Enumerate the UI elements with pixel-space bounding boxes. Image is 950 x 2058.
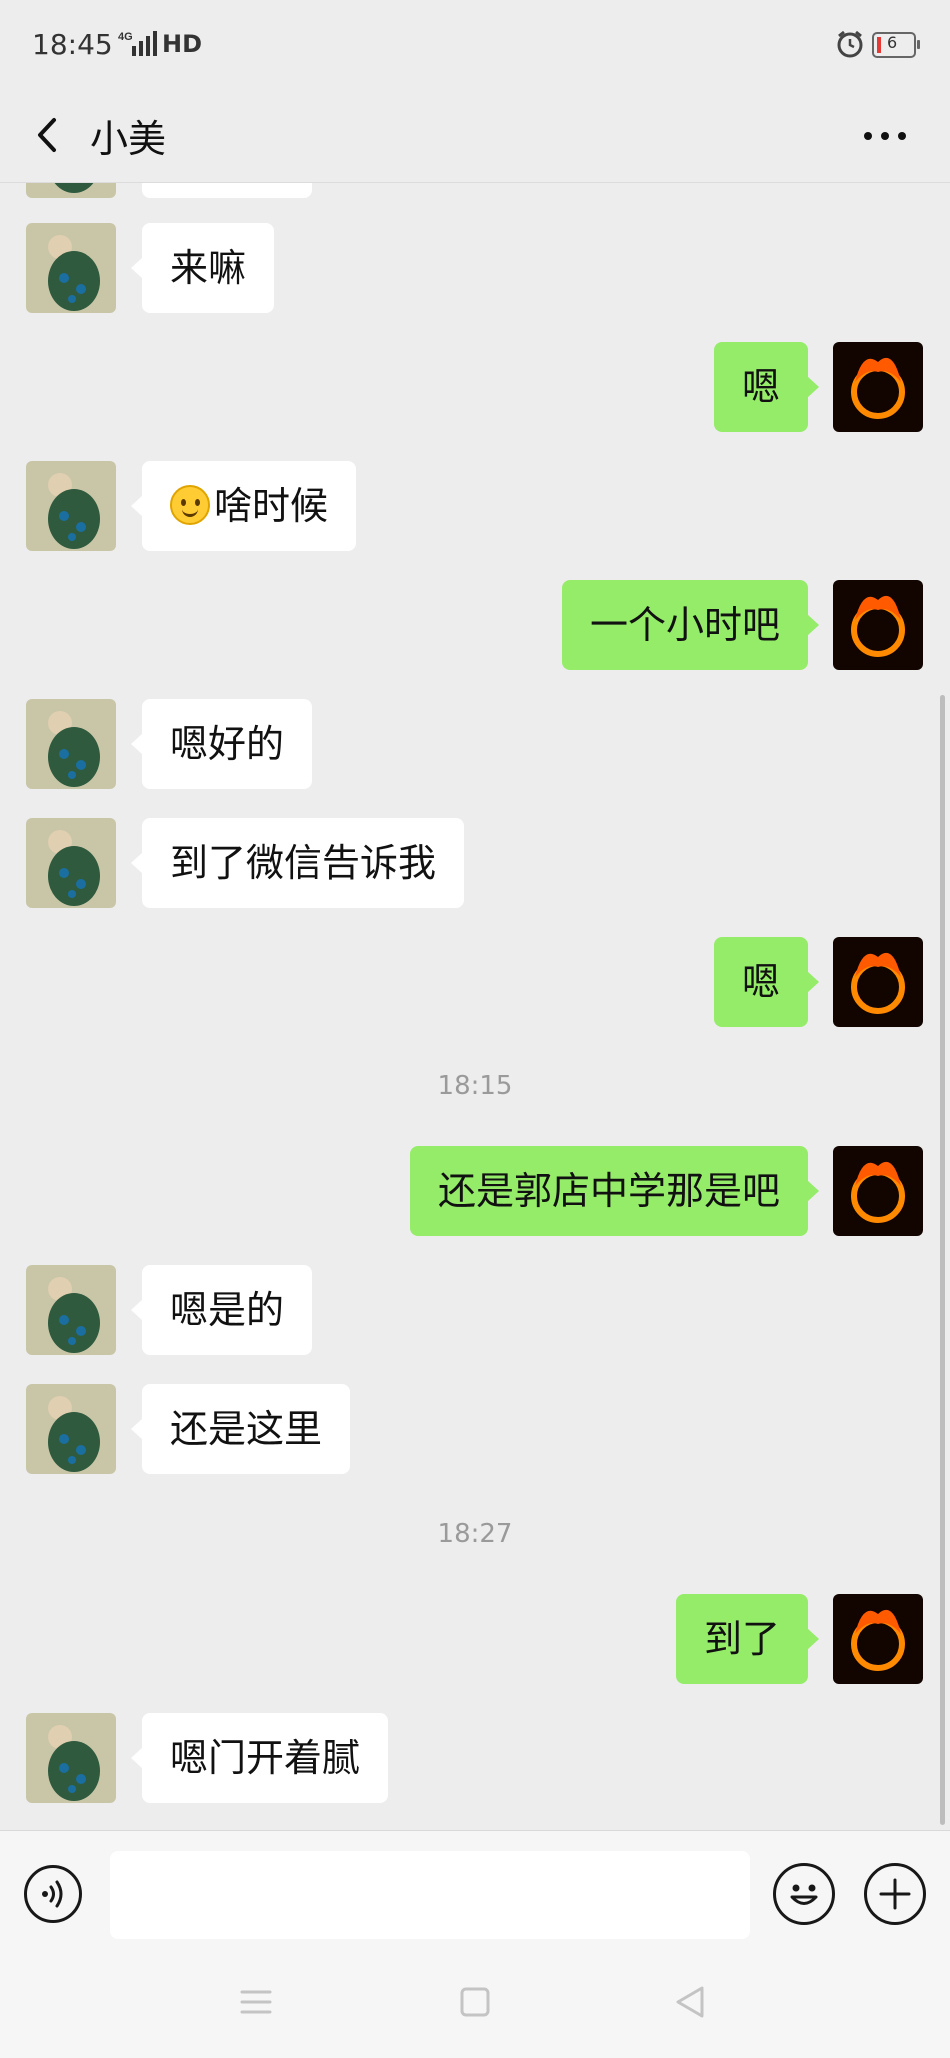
message-bubble[interactable]: 还是郭店中学那是吧 [409, 1146, 820, 1236]
peacock-avatar[interactable] [26, 461, 116, 551]
more-horizontal-icon[interactable] [860, 118, 910, 154]
battery-level: 6 [887, 33, 898, 52]
message-bubble[interactable] [142, 183, 312, 198]
hd-label: HD [162, 30, 203, 58]
message-bubble[interactable]: 嗯 [713, 342, 820, 432]
chevron-left-icon[interactable] [28, 110, 68, 160]
message-row: 一个小时吧 [0, 580, 950, 672]
voice-icon [42, 1880, 63, 1908]
peacock-avatar[interactable] [26, 223, 116, 313]
home-square-icon[interactable] [455, 1982, 495, 2022]
time-divider: 18:15 [437, 1071, 513, 1101]
chat-scrollbar[interactable] [940, 695, 945, 1825]
battery-icon: 6 [872, 32, 920, 58]
message-bubble[interactable]: 还是这里 [130, 1384, 351, 1474]
fire-ring-avatar[interactable] [833, 1146, 923, 1236]
system-nav-bar [0, 1946, 950, 2058]
peacock-avatar[interactable] [26, 183, 116, 198]
message-bubble[interactable]: 到了 [675, 1594, 820, 1684]
message-row: 嗯 [0, 937, 950, 1029]
message-row: 嗯门开着腻 [0, 1713, 950, 1805]
message-row: 嗯好的 [0, 699, 950, 791]
fire-ring-avatar[interactable] [833, 937, 923, 1027]
back-triangle-icon[interactable] [670, 1982, 710, 2022]
message-bubble[interactable]: 啥时候 [130, 461, 357, 551]
status-bar: 18:45 4G HD 6 [0, 0, 950, 90]
peacock-avatar[interactable] [26, 699, 116, 789]
message-bubble[interactable]: 到了微信告诉我 [130, 818, 465, 908]
signal-icon: 4G [118, 31, 157, 56]
message-row [0, 183, 950, 200]
fire-ring-avatar[interactable] [833, 1594, 923, 1684]
message-bubble[interactable]: 一个小时吧 [561, 580, 820, 670]
chat-title: 小美 [90, 117, 167, 161]
message-row: 到了微信告诉我 [0, 818, 950, 910]
input-bar [0, 1830, 950, 1947]
smile-icon [790, 1884, 818, 1905]
message-input[interactable] [110, 1851, 750, 1939]
peacock-avatar[interactable] [26, 1265, 116, 1355]
slight-smile-emoji-icon [170, 484, 210, 525]
emoji-button[interactable] [773, 1863, 835, 1925]
status-time: 18:45 [32, 28, 113, 61]
peacock-avatar[interactable] [26, 1713, 116, 1803]
message-row: 嗯是的 [0, 1265, 950, 1357]
peacock-avatar[interactable] [26, 1384, 116, 1474]
alarm-icon [837, 30, 863, 58]
message-row: 来嘛 [0, 223, 950, 315]
message-bubble[interactable]: 嗯好的 [130, 699, 313, 789]
chat-message-list[interactable]: 来嘛 嗯 啥时候 一个小时吧 嗯好的 到了微信告诉我 嗯 18:15 还是郭店中… [0, 183, 950, 1828]
voice-button[interactable] [24, 1865, 82, 1923]
more-actions-button[interactable] [864, 1863, 926, 1925]
message-row: 还是郭店中学那是吧 [0, 1146, 950, 1238]
message-row: 还是这里 [0, 1384, 950, 1476]
peacock-avatar[interactable] [26, 818, 116, 908]
message-bubble[interactable]: 嗯门开着腻 [130, 1713, 389, 1803]
message-bubble[interactable]: 嗯 [713, 937, 820, 1027]
fire-ring-avatar[interactable] [833, 342, 923, 432]
message-bubble[interactable]: 来嘛 [130, 223, 275, 313]
message-text: 啥时候 [214, 484, 329, 528]
message-row: 嗯 [0, 342, 950, 434]
chat-header: 小美 [0, 90, 950, 183]
message-row: 啥时候 [0, 461, 950, 553]
message-bubble[interactable]: 嗯是的 [130, 1265, 313, 1355]
plus-icon [879, 1878, 911, 1910]
message-row: 到了 [0, 1594, 950, 1686]
time-divider: 18:27 [437, 1519, 513, 1549]
fire-ring-avatar[interactable] [833, 580, 923, 670]
menu-icon[interactable] [236, 1982, 276, 2022]
network-label: 4G [118, 31, 133, 43]
